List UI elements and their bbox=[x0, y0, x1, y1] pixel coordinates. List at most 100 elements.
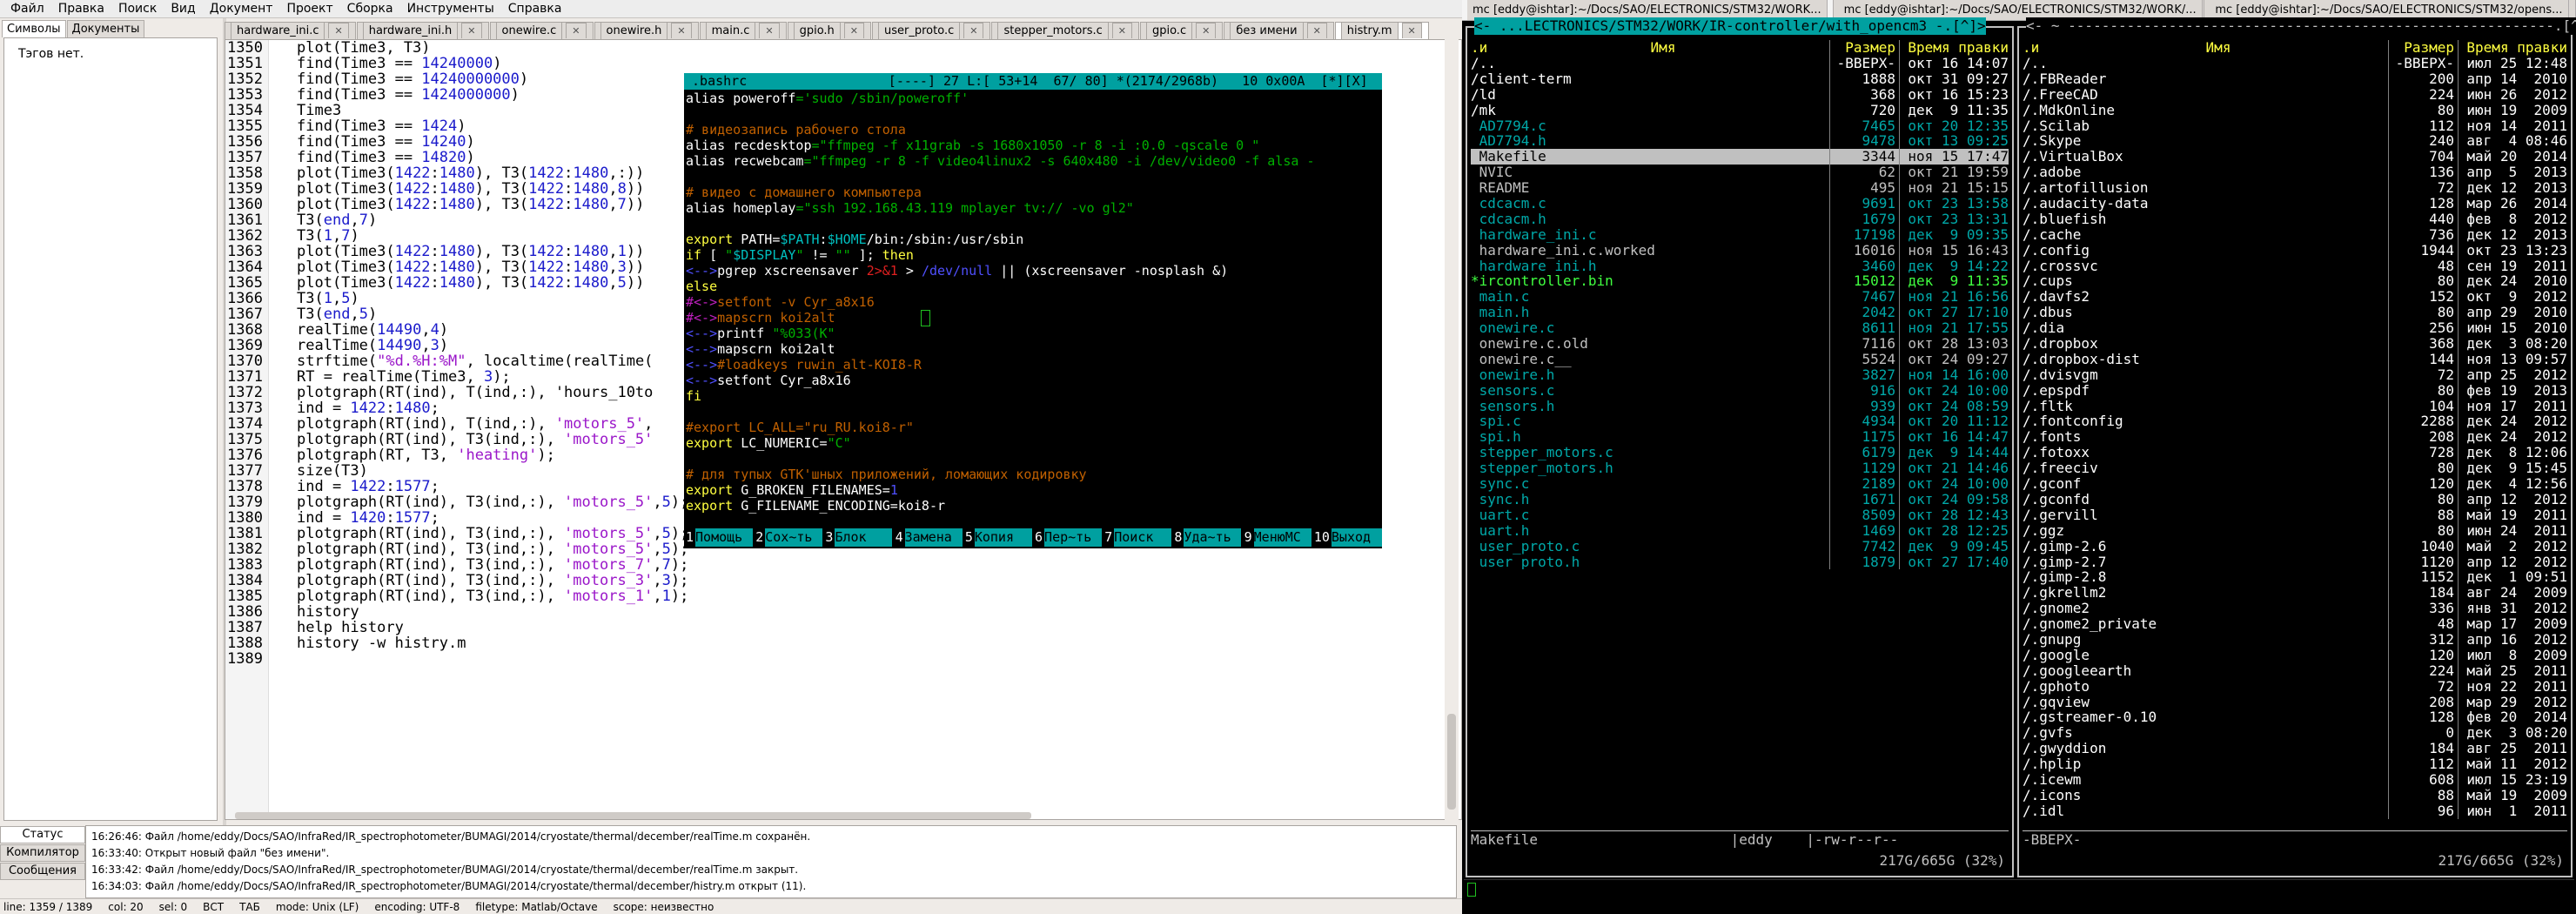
close-icon[interactable]: ✕ bbox=[461, 23, 482, 38]
close-icon[interactable]: ✕ bbox=[1306, 23, 1327, 38]
file-row[interactable]: user_proto.c 7742 дек 9 09:45 bbox=[1471, 538, 2009, 554]
code-line[interactable]: plotgraph(RT(ind), T3(ind,:), 'motors_7'… bbox=[297, 557, 1461, 573]
file-row[interactable]: /.gnome2 336 янв 31 2012 bbox=[2023, 601, 2567, 617]
close-icon[interactable]: ✕ bbox=[1401, 23, 1422, 38]
file-row[interactable]: /.freeciv 80 дек 9 15:45 bbox=[2023, 460, 2567, 477]
function-key[interactable]: 7 Поиск bbox=[1103, 528, 1172, 547]
size-column[interactable]: Размер bbox=[1829, 40, 1899, 56]
file-row[interactable]: /.gimp-2.8 1152 дек 1 09:51 bbox=[2023, 569, 2567, 586]
file-row[interactable]: /client-term 1888 окт 31 09:27 bbox=[1471, 71, 2009, 87]
file-row[interactable]: /.adobe 136 апр 5 2013 bbox=[2023, 165, 2567, 181]
file-row[interactable]: /.fotoxx 728 дек 8 12:06 bbox=[2023, 445, 2567, 461]
file-row[interactable]: onewire.c 8611 ноя 21 17:55 bbox=[1471, 320, 2009, 337]
close-icon[interactable]: ✕ bbox=[566, 23, 587, 38]
function-key[interactable]: 6 Пер~ть bbox=[1033, 528, 1103, 547]
mcedit-line[interactable]: alias recdesktop="ffmpeg -f x11grab -s 1… bbox=[684, 138, 1382, 153]
mcedit-line[interactable]: fi bbox=[684, 388, 1382, 404]
mcedit-line[interactable] bbox=[684, 404, 1382, 420]
file-row[interactable]: /.gervill 88 май 19 2011 bbox=[2023, 507, 2567, 523]
menu-item[interactable]: Вид bbox=[164, 2, 202, 16]
file-row[interactable]: /.Skype 240 авг 4 08:46 bbox=[2023, 133, 2567, 150]
file-row[interactable]: /.googleearth 224 май 25 2011 bbox=[2023, 662, 2567, 679]
file-row[interactable]: /.. -ВВЕРХ-июл 25 12:48 bbox=[2023, 56, 2567, 71]
file-row[interactable]: /.fltk 104 ноя 17 2011 bbox=[2023, 398, 2567, 414]
function-key[interactable]: 4 Замена bbox=[893, 528, 963, 547]
file-row[interactable]: /.icons 88 май 19 2009 bbox=[2023, 787, 2567, 803]
file-row[interactable]: /.artofillusion 72 дек 12 2013 bbox=[2023, 180, 2567, 197]
file-row[interactable]: user_proto.h 1879 окт 27 17:40 bbox=[1471, 554, 2009, 570]
menu-item[interactable]: Поиск bbox=[111, 2, 164, 16]
file-row[interactable]: /.bluefish 440 фев 8 2012 bbox=[2023, 212, 2567, 227]
file-row[interactable]: /.google 120 июл 8 2009 bbox=[2023, 647, 2567, 663]
mtime-column[interactable]: Время правки bbox=[1899, 40, 2009, 56]
close-icon[interactable]: ✕ bbox=[1196, 23, 1217, 38]
menu-item[interactable]: Справка bbox=[501, 2, 569, 16]
file-row[interactable]: /.gconfd 80 апр 12 2012 bbox=[2023, 492, 2567, 507]
function-key[interactable]: 1 Помощь bbox=[684, 528, 754, 547]
sidebar-tab[interactable]: Символы bbox=[2, 20, 66, 37]
file-row[interactable]: /.config 1944 окт 23 13:23 bbox=[2023, 242, 2567, 259]
file-row[interactable]: /.FreeCAD 224 июн 26 2012 bbox=[2023, 86, 2567, 103]
function-key[interactable]: 9 МенюМС bbox=[1242, 528, 1312, 547]
file-row[interactable]: /.dbus 80 апр 29 2010 bbox=[2023, 305, 2567, 321]
file-row[interactable]: /.gqview 208 мар 29 2012 bbox=[2023, 694, 2567, 710]
mcedit-line[interactable] bbox=[684, 169, 1382, 185]
message-tab[interactable]: Компилятор bbox=[0, 844, 85, 862]
file-row[interactable]: /.cups 80 дек 24 2010 bbox=[2023, 273, 2567, 290]
mcedit-line[interactable]: # видео с домашнего компьютера bbox=[684, 185, 1382, 200]
mcedit-line[interactable]: <-->pgrep xscreensaver 2>&1 > /dev/null … bbox=[684, 263, 1382, 279]
mcedit-line[interactable]: <-->#loadkeys ruwin_alt-KOI8-R bbox=[684, 357, 1382, 373]
mcedit-line[interactable]: #export LC_ALL="ru_RU.koi8-r" bbox=[684, 420, 1382, 435]
file-row[interactable]: /.dropbox 368 дек 3 08:20 bbox=[2023, 336, 2567, 352]
doc-tab[interactable]: main.c ✕ bbox=[699, 22, 787, 39]
close-icon[interactable]: ✕ bbox=[963, 23, 984, 38]
menu-item[interactable]: Сборка bbox=[340, 2, 400, 16]
right-file-panel[interactable]: <- ~ -----------------------------------… bbox=[2017, 17, 2576, 877]
file-row[interactable]: onewire.c__ 5524 окт 24 09:27 bbox=[1471, 352, 2009, 367]
file-row[interactable]: /.dropbox-dist 144 ноя 13 09:57 bbox=[2023, 352, 2567, 367]
file-row[interactable]: /.dia 256 июн 15 2010 bbox=[2023, 320, 2567, 337]
code-line[interactable] bbox=[297, 651, 1461, 667]
code-line[interactable]: find(Time3 == 14240000) bbox=[297, 56, 1461, 71]
file-row[interactable]: README 495 ноя 21 15:15 bbox=[1471, 180, 2009, 197]
file-row[interactable]: /.ggz 80 июн 24 2011 bbox=[2023, 522, 2567, 539]
file-row[interactable]: /.gimp-2.6 1040 май 2 2012 bbox=[2023, 538, 2567, 554]
mcedit-line[interactable] bbox=[684, 106, 1382, 122]
mcedit-line[interactable]: alias homeplay="ssh 192.168.43.119 mplay… bbox=[684, 200, 1382, 216]
file-row[interactable]: sensors.c 916 окт 24 10:00 bbox=[1471, 382, 2009, 399]
mtime-column[interactable]: Время правки bbox=[2458, 40, 2567, 56]
mcedit-line[interactable] bbox=[684, 451, 1382, 467]
name-column[interactable]: Имя bbox=[1497, 40, 1829, 56]
file-row[interactable]: /.audacity-data 128 мар 26 2014 bbox=[2023, 196, 2567, 212]
size-column[interactable]: Размер bbox=[2388, 40, 2458, 56]
mcedit-line[interactable]: if [ "$DISPLAY" != "" ]; then bbox=[684, 247, 1382, 263]
file-row[interactable]: hardware_ini.c.worked 16016 ноя 15 16:43 bbox=[1471, 242, 2009, 259]
mcedit-line[interactable]: # видеозапись рабочего стола bbox=[684, 122, 1382, 138]
mcedit-line[interactable]: #<->setfont -v Cyr_a8x16 bbox=[684, 294, 1382, 310]
file-row[interactable]: /.gwyddion 184 авг 25 2011 bbox=[2023, 741, 2567, 757]
function-key[interactable]: 8 Уда~ть bbox=[1172, 528, 1242, 547]
horizontal-scrollbar[interactable] bbox=[235, 812, 1031, 819]
file-row[interactable]: *ircontroller.bin 15012 дек 9 11:35 bbox=[1471, 273, 2009, 290]
function-key[interactable]: 5 Копия bbox=[963, 528, 1033, 547]
sort-column[interactable]: .и bbox=[1471, 40, 1497, 56]
file-row[interactable]: /.idl 96 июн 1 2011 bbox=[2023, 803, 2567, 819]
doc-tab[interactable]: user_proto.c ✕ bbox=[872, 22, 991, 39]
file-row[interactable]: sync.h 1671 окт 24 09:58 bbox=[1471, 492, 2009, 507]
mcedit-line[interactable]: <-->printf "%033(K" bbox=[684, 326, 1382, 341]
file-row[interactable]: /.MdkOnline 80 июн 19 2009 bbox=[2023, 102, 2567, 118]
file-row[interactable]: /.gnupg 312 апр 16 2012 bbox=[2023, 632, 2567, 648]
close-icon[interactable]: ✕ bbox=[671, 23, 692, 38]
file-row[interactable]: /.epspdf 80 фев 19 2013 bbox=[2023, 382, 2567, 399]
vertical-scrollbar[interactable] bbox=[1445, 39, 1459, 820]
mcedit-line[interactable]: alias recwebcam="ffmpeg -r 8 -f video4li… bbox=[684, 153, 1382, 169]
file-row[interactable]: /.dvisvgm 72 апр 25 2012 bbox=[2023, 366, 2567, 383]
file-row[interactable]: /mk 720 дек 9 11:35 bbox=[1471, 102, 2009, 118]
file-row[interactable]: /.cache 736 дек 12 2013 bbox=[2023, 226, 2567, 243]
close-icon[interactable]: ✕ bbox=[328, 23, 349, 38]
mcedit-line[interactable]: # для тупых GTK'шных приложений, ломающи… bbox=[684, 467, 1382, 482]
file-row[interactable]: spi.h 1175 окт 16 14:47 bbox=[1471, 429, 2009, 446]
function-key[interactable]: 3 Блок bbox=[823, 528, 893, 547]
file-row[interactable]: /.gnome2_private 48 мар 17 2009 bbox=[2023, 616, 2567, 632]
function-key[interactable]: 2 Сох~ть bbox=[754, 528, 823, 547]
